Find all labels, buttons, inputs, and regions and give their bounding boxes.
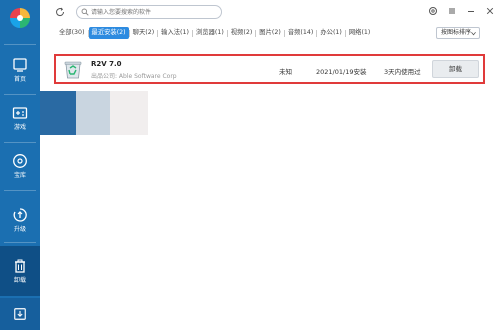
tab-video[interactable]: 视频(2) xyxy=(228,27,256,39)
nav-upgrade-label: 升级 xyxy=(13,226,26,233)
disc-icon xyxy=(13,154,27,168)
recycle-bin-icon xyxy=(64,61,82,79)
upgrade-icon xyxy=(13,208,27,222)
top-bar xyxy=(40,0,500,24)
app-install-date: 2021/01/19安装 xyxy=(316,68,367,76)
app-logo-icon xyxy=(10,8,30,28)
sort-dropdown[interactable]: 按图标排序 xyxy=(436,27,480,39)
sidebar: 首页 游戏 宝库 升级 卸载 xyxy=(0,0,40,330)
app-last-used: 3天内使用过 xyxy=(384,68,421,76)
tab-input[interactable]: 输入法(1) xyxy=(158,27,192,39)
nav-uninstall-label: 卸载 xyxy=(13,277,26,284)
tab-chat[interactable]: 聊天(2) xyxy=(130,27,158,39)
download-icon xyxy=(14,308,26,320)
nav-uninstall[interactable]: 卸载 xyxy=(0,246,40,296)
trash-icon xyxy=(15,259,25,273)
close-icon[interactable] xyxy=(485,6,495,16)
home-icon xyxy=(13,58,27,72)
app-list-item[interactable]: R2V 7.0 出品公司: Able Software Corp 未知 2021… xyxy=(54,54,485,84)
tab-audio[interactable]: 音频(14) xyxy=(285,27,317,39)
search-input[interactable] xyxy=(91,7,219,17)
gamepad-icon xyxy=(12,107,28,119)
tab-all[interactable]: 全部(30) xyxy=(56,27,88,39)
settings-icon[interactable] xyxy=(428,6,438,16)
search-box xyxy=(76,5,222,19)
category-tabs: 全部(30) 最近安装(2) 聊天(2) 输入法(1) 浏览器(1) 视频(2)… xyxy=(56,27,373,39)
tab-office[interactable]: 办公(1) xyxy=(317,27,345,39)
tab-image[interactable]: 图片(2) xyxy=(256,27,284,39)
nav-upgrade[interactable]: 升级 xyxy=(0,198,40,242)
nav-treasury[interactable]: 宝库 xyxy=(0,144,40,188)
uninstall-button[interactable]: 卸载 xyxy=(432,60,479,78)
app-publisher: 出品公司: Able Software Corp xyxy=(91,73,177,80)
decor-band xyxy=(40,91,76,135)
refresh-icon[interactable] xyxy=(55,7,65,17)
nav-download[interactable] xyxy=(0,298,40,330)
tab-browser[interactable]: 浏览器(1) xyxy=(193,27,227,39)
menu-icon[interactable] xyxy=(447,6,457,16)
nav-home[interactable]: 首页 xyxy=(0,48,40,92)
app-size: 未知 xyxy=(279,68,292,76)
tab-recent[interactable]: 最近安装(2) xyxy=(88,27,129,39)
decor-band xyxy=(110,91,148,135)
app-name: R2V 7.0 xyxy=(91,60,122,68)
decor-band xyxy=(76,91,110,135)
nav-games[interactable]: 游戏 xyxy=(0,96,40,140)
nav-home-label: 首页 xyxy=(13,76,26,83)
content-area xyxy=(40,44,500,330)
nav-games-label: 游戏 xyxy=(13,124,26,131)
nav-treasury-label: 宝库 xyxy=(13,172,26,179)
search-icon[interactable] xyxy=(81,8,89,16)
sort-label: 按图标排序 xyxy=(441,29,472,36)
minimize-icon[interactable] xyxy=(466,6,476,16)
tab-network[interactable]: 网络(1) xyxy=(346,27,374,39)
chevron-down-icon xyxy=(471,32,476,36)
